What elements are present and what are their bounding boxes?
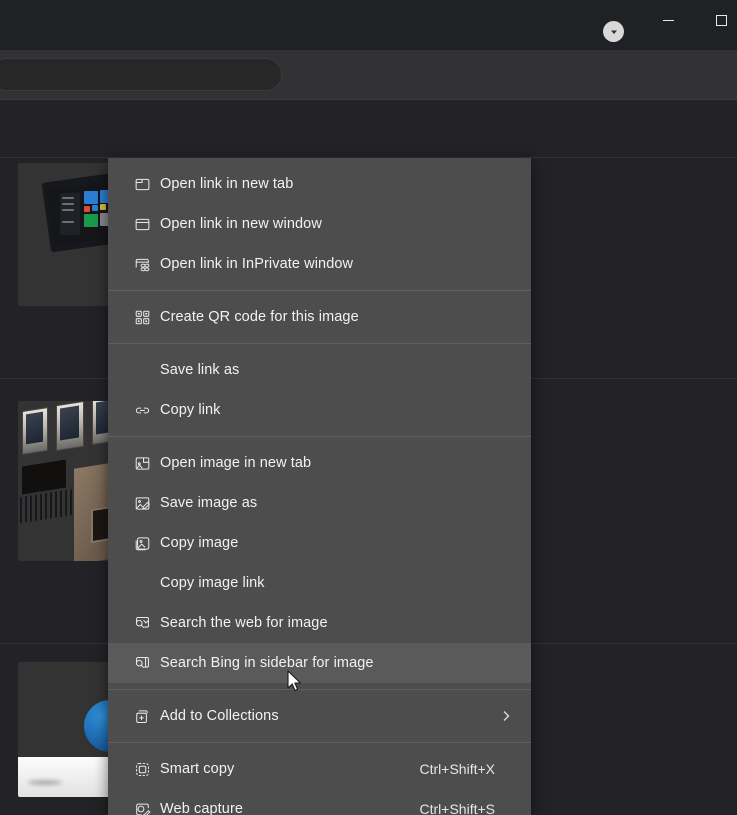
address-bar[interactable]	[0, 58, 282, 91]
menu-item-label: Save image as	[160, 495, 258, 511]
menu-item-label: Create QR code for this image	[160, 309, 359, 325]
menu-item-copy-image-link[interactable]: Copy image link	[108, 563, 531, 603]
menu-item-open-link-inprivate[interactable]: Open link in InPrivate window	[108, 244, 531, 284]
chevron-down-circle-icon[interactable]	[603, 21, 624, 42]
menu-item-add-to-collections[interactable]: Add to Collections	[108, 696, 531, 736]
thumbnail-building[interactable]	[18, 401, 122, 561]
menu-item-label: Search the web for image	[160, 615, 328, 631]
context-menu-group: Add to Collections	[108, 690, 531, 742]
menu-item-open-link-new-window[interactable]: Open link in new window	[108, 204, 531, 244]
menu-item-label: Open link in new tab	[160, 176, 294, 192]
open-image-new-tab-icon	[132, 453, 152, 473]
thumbnail-sphere[interactable]	[18, 662, 122, 797]
minimize-button[interactable]	[646, 4, 691, 36]
menu-item-search-web-for-image[interactable]: Search the web for image	[108, 603, 531, 643]
menu-item-label: Open image in new tab	[160, 455, 312, 471]
add-collections-icon	[132, 706, 152, 726]
menu-item-label: Add to Collections	[160, 708, 279, 724]
menu-item-shortcut: Ctrl+Shift+S	[419, 801, 495, 815]
search-bing-sidebar-icon	[132, 653, 152, 673]
browser-window: Open link in new tab Open link in new wi…	[0, 0, 737, 815]
maximize-button[interactable]	[699, 4, 737, 36]
context-menu-group: Save link as Copy link	[108, 344, 531, 436]
new-window-icon	[132, 214, 152, 234]
menu-item-label: Open link in new window	[160, 216, 322, 232]
menu-item-label: Open link in InPrivate window	[160, 256, 354, 272]
save-image-icon	[132, 493, 152, 513]
menu-item-label: Copy image	[160, 535, 239, 551]
menu-item-label: Copy link	[160, 402, 221, 418]
copy-image-icon	[132, 533, 152, 553]
inprivate-window-icon	[132, 254, 152, 274]
context-menu-group: Create QR code for this image	[108, 291, 531, 343]
context-menu-group: Open link in new tab Open link in new wi…	[108, 158, 531, 290]
menu-item-open-link-new-tab[interactable]: Open link in new tab	[108, 164, 531, 204]
qr-code-icon	[132, 307, 152, 327]
chevron-right-icon	[499, 709, 513, 723]
web-capture-icon	[132, 799, 152, 815]
menu-item-open-image-new-tab[interactable]: Open image in new tab	[108, 443, 531, 483]
menu-item-smart-copy[interactable]: Smart copy Ctrl+Shift+X	[108, 749, 531, 789]
new-tab-icon	[132, 174, 152, 194]
smart-copy-icon	[132, 759, 152, 779]
context-menu-group: Open image in new tab Save image as Copy…	[108, 437, 531, 689]
menu-item-web-capture[interactable]: Web capture Ctrl+Shift+S	[108, 789, 531, 815]
tab-strip	[0, 0, 737, 50]
browser-toolbar	[0, 50, 737, 142]
menu-item-save-image-as[interactable]: Save image as	[108, 483, 531, 523]
link-icon	[132, 400, 152, 420]
menu-item-copy-link[interactable]: Copy link	[108, 390, 531, 430]
menu-item-create-qr-code[interactable]: Create QR code for this image	[108, 297, 531, 337]
page-header	[0, 100, 737, 248]
maximize-icon	[716, 14, 727, 26]
menu-item-search-bing-sidebar[interactable]: Search Bing in sidebar for image	[108, 643, 531, 683]
context-menu-group: Smart copy Ctrl+Shift+X Web capture Ctrl…	[108, 743, 531, 815]
menu-item-shortcut: Ctrl+Shift+X	[419, 761, 495, 777]
context-menu[interactable]: Open link in new tab Open link in new wi…	[108, 158, 531, 815]
menu-item-label: Copy image link	[160, 575, 265, 591]
menu-item-label: Smart copy	[160, 761, 235, 777]
menu-item-label: Search Bing in sidebar for image	[160, 655, 374, 671]
menu-item-copy-image[interactable]: Copy image	[108, 523, 531, 563]
menu-item-label: Web capture	[160, 801, 244, 815]
menu-item-label: Save link as	[160, 362, 240, 378]
minimize-icon	[663, 19, 674, 21]
title-bar	[0, 0, 737, 50]
menu-item-save-link-as[interactable]: Save link as	[108, 350, 531, 390]
search-web-image-icon	[132, 613, 152, 633]
